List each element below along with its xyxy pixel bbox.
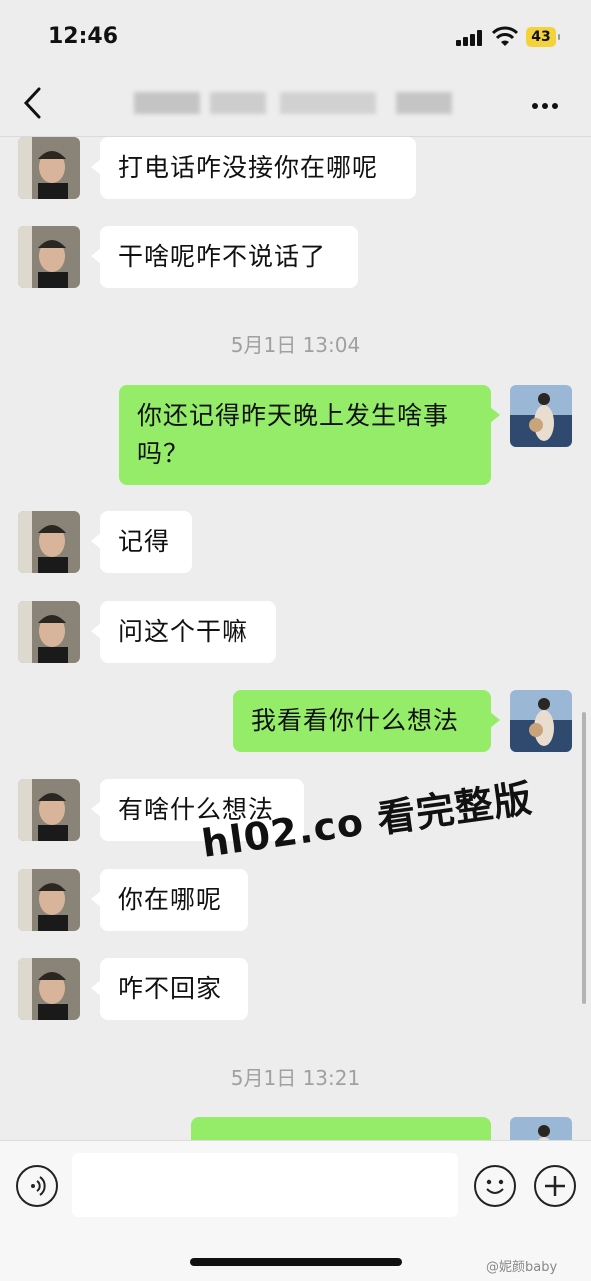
contact-avatar[interactable] [18,869,80,931]
outgoing-message-bubble[interactable]: 你还记得昨天晚上发生啥事吗？ [119,385,500,485]
incoming-message-bubble[interactable]: 问这个干嘛 [91,601,276,663]
outgoing-message-bubble[interactable]: 我看看你什么想法 [233,690,500,752]
outgoing-message-bubble[interactable] [191,1117,500,1140]
contact-avatar[interactable] [18,958,80,1020]
battery-icon: 43 [526,27,560,47]
contact-avatar[interactable] [18,511,80,573]
plus-icon[interactable] [534,1165,576,1207]
contact-avatar[interactable] [18,137,80,199]
incoming-message-bubble[interactable]: 你在哪呢 [91,869,248,931]
user-avatar[interactable] [510,385,572,447]
user-avatar[interactable] [510,1117,572,1140]
credit-watermark: @妮颜baby [486,1260,558,1275]
scrollbar[interactable] [582,712,586,1004]
chat-header [0,72,591,137]
contact-avatar[interactable] [18,226,80,288]
cellular-signal-icon [456,30,484,46]
chevron-left-icon[interactable] [22,86,42,120]
home-indicator[interactable] [190,1258,402,1266]
incoming-message-bubble[interactable]: 打电话咋没接你在哪呢 [91,137,416,199]
incoming-message-bubble[interactable]: 咋不回家 [91,958,248,1020]
status-time: 12:46 [48,24,119,49]
emoji-icon[interactable] [474,1165,516,1207]
status-bar: 12:46 43 [0,0,591,72]
message-input[interactable] [72,1153,458,1217]
more-dots-icon[interactable] [532,94,562,113]
message-list[interactable]: 打电话咋没接你在哪呢 干啥呢咋不说话了 5月1日 13:04 你还记得昨天晚上发… [0,137,591,1140]
message-timestamp: 5月1日 13:21 [230,1066,361,1090]
message-timestamp: 5月1日 13:04 [230,333,361,357]
contact-avatar[interactable] [18,601,80,663]
incoming-message-bubble[interactable]: 干啥呢咋不说话了 [91,226,358,288]
voice-input-icon[interactable] [16,1165,58,1207]
contact-avatar[interactable] [18,779,80,841]
user-avatar[interactable] [510,690,572,752]
incoming-message-bubble[interactable]: 记得 [91,511,192,573]
wifi-icon [492,26,518,46]
